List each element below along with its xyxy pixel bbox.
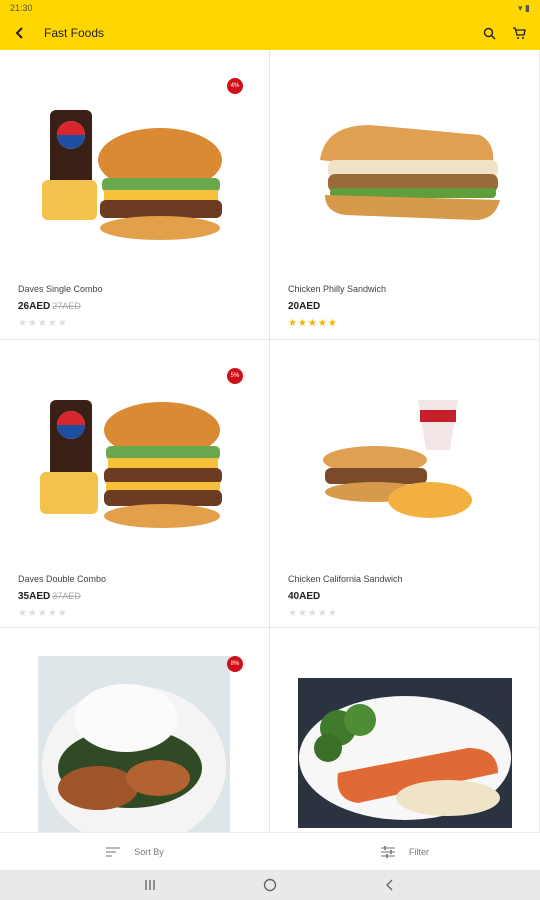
product-card[interactable] [270, 628, 540, 832]
product-card[interactable]: 4% Daves Single Combo 26AED 27AED ★★★★★ [0, 50, 270, 340]
discount-badge: 5% [227, 368, 243, 384]
recent-apps-icon[interactable] [120, 880, 180, 890]
old-price: 27AED [52, 301, 81, 311]
product-name: Chicken Philly Sandwich [288, 284, 387, 294]
home-icon[interactable] [240, 878, 300, 892]
current-price: 40AED [288, 591, 321, 602]
app-bar: Fast Foods [0, 16, 540, 50]
combo-burger-image [42, 110, 222, 240]
filter-icon [381, 845, 395, 858]
product-name: Daves Single Combo [18, 284, 103, 294]
current-price: 26AED [18, 301, 51, 312]
sort-button[interactable]: Sort By [0, 833, 270, 870]
product-grid: 4% Daves Single Combo 26AED 27AED ★★★★★ C… [0, 50, 540, 832]
current-price: 20AED [288, 301, 321, 312]
discount-badge: 8% [227, 656, 243, 672]
old-price: 37AED [52, 591, 81, 601]
current-price: 35AED [18, 591, 51, 602]
product-card[interactable]: 5% Daves Double Combo 35AED 37AED ★★★★★ [0, 340, 270, 628]
rating-stars: ★★★★★ [288, 608, 338, 619]
status-icons: ▾ ▮ [518, 3, 530, 13]
product-price: 35AED 37AED [18, 591, 81, 602]
system-nav-bar [0, 870, 540, 900]
california-sandwich-image [323, 400, 472, 518]
product-name: Daves Double Combo [18, 574, 107, 584]
back-nav-icon[interactable] [360, 879, 420, 891]
search-icon[interactable] [478, 22, 500, 44]
status-bar: 21:30 ▾ ▮ [0, 0, 540, 16]
page-title: Fast Foods [44, 26, 105, 40]
status-time: 21:30 [10, 3, 33, 13]
product-price: 20AED [288, 301, 320, 312]
rating-stars: ★★★★★ [18, 318, 68, 329]
sandwich-image [320, 125, 500, 220]
product-name: Chicken California Sandwich [288, 574, 403, 584]
product-card[interactable]: Chicken Philly Sandwich 20AED ★★★★★ [270, 50, 540, 340]
salmon-rice-image [298, 678, 512, 828]
bottom-action-bar: Sort By Filter [0, 832, 540, 870]
product-card[interactable]: Chicken California Sandwich 40AED ★★★★★ [270, 340, 540, 628]
filter-button[interactable]: Filter [270, 833, 540, 870]
double-combo-image [40, 400, 222, 528]
sort-icon [106, 846, 121, 857]
product-card[interactable]: 8% [0, 628, 270, 832]
filter-label: Filter [409, 846, 429, 857]
cart-icon[interactable] [508, 22, 530, 44]
back-arrow-icon[interactable] [10, 23, 30, 43]
discount-badge: 4% [227, 78, 243, 94]
product-price: 26AED 27AED [18, 301, 81, 312]
sort-label: Sort By [134, 846, 164, 857]
fufu-chicken-image [38, 656, 230, 832]
rating-stars: ★★★★★ [288, 318, 338, 329]
product-price: 40AED [288, 591, 320, 602]
rating-stars: ★★★★★ [18, 608, 68, 619]
